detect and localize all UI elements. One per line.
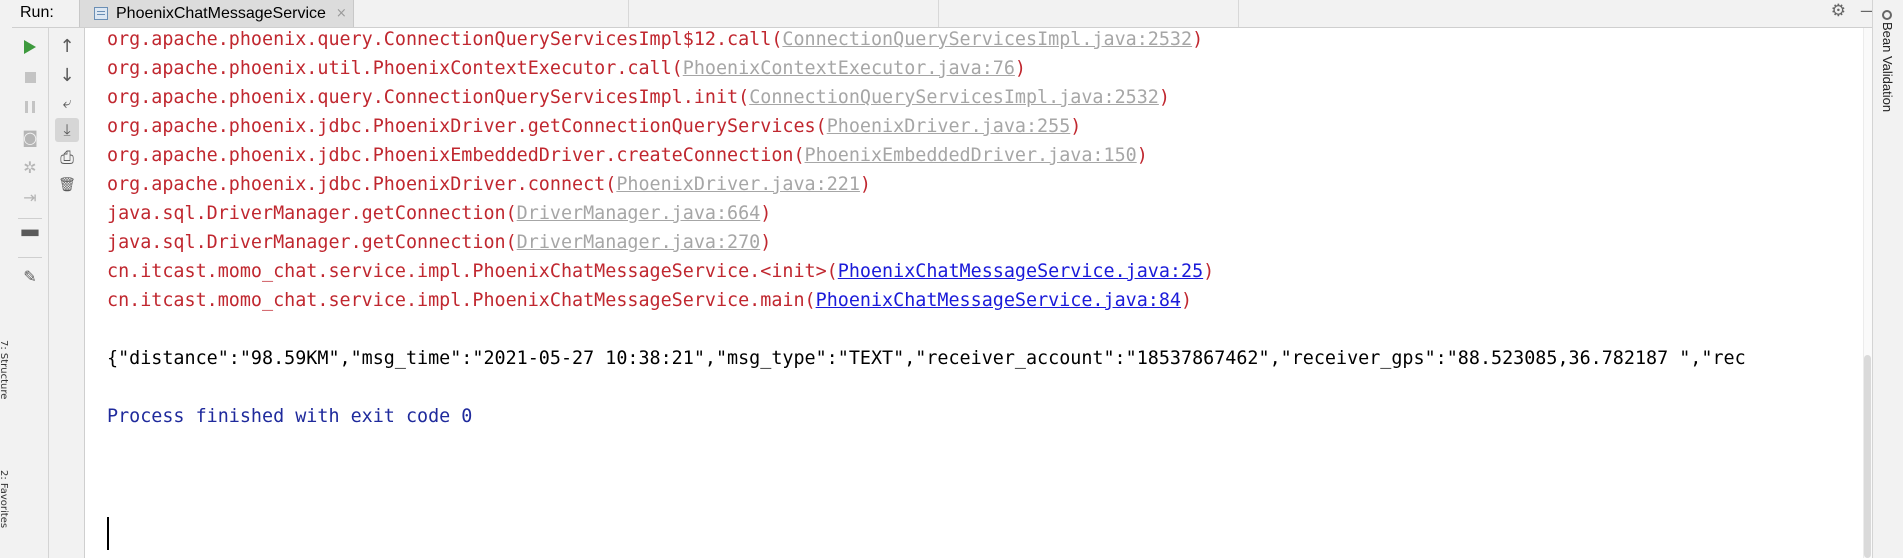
stack-trace-line: org.apache.phoenix.jdbc.PhoenixEmbeddedD… xyxy=(107,145,1148,166)
header-divider xyxy=(938,0,939,27)
exit-button[interactable]: ⇥ xyxy=(18,185,42,209)
run-label: Run: xyxy=(20,4,54,21)
stack-trace-line: org.apache.phoenix.query.ConnectionQuery… xyxy=(107,87,1170,108)
run-controls-toolbar: ◙ ✲ ⇥ ▀▀ ✎ xyxy=(12,28,49,558)
stop-button[interactable] xyxy=(18,65,42,89)
source-link[interactable]: PhoenixChatMessageService.java:84 xyxy=(816,290,1181,311)
soft-wrap-button[interactable]: ⤶ xyxy=(55,91,79,115)
stack-trace-line: org.apache.phoenix.jdbc.PhoenixDriver.co… xyxy=(107,174,871,195)
source-link[interactable]: PhoenixEmbeddedDriver.java:150 xyxy=(805,145,1137,166)
scroll-to-end-icon: ⤓ xyxy=(63,120,71,139)
structure-side-tab[interactable]: 7: Structure xyxy=(0,340,9,399)
stack-trace-line: org.apache.phoenix.jdbc.PhoenixDriver.ge… xyxy=(107,116,1082,137)
stack-trace-line: org.apache.phoenix.util.PhoenixContextEx… xyxy=(107,58,1026,79)
bean-validation-side-tab[interactable]: Bean Validation xyxy=(1880,22,1895,112)
pause-icon xyxy=(25,101,35,113)
stack-trace-line: org.apache.phoenix.query.ConnectionQuery… xyxy=(107,29,1204,50)
source-link[interactable]: DriverManager.java:664 xyxy=(517,203,761,224)
clear-all-button[interactable]: 🗑 xyxy=(55,173,79,197)
exit-icon: ⇥ xyxy=(23,187,37,207)
header-divider xyxy=(1238,0,1239,27)
source-link[interactable]: PhoenixContextExecutor.java:76 xyxy=(683,58,1015,79)
console-toolbar: ↑ ↓ ⤶ ⤓ ⎙ 🗑 xyxy=(49,28,85,558)
favorites-side-tab[interactable]: 2: Favorites xyxy=(0,470,9,528)
json-output-line: {"distance":"98.59KM","msg_time":"2021-0… xyxy=(107,348,1746,369)
pause-button[interactable] xyxy=(18,95,42,119)
toolbar-divider xyxy=(18,257,42,258)
vertical-scrollbar-thumb[interactable] xyxy=(1864,355,1871,558)
run-panel-header: Run: PhoenixChatMessageService × ⚙ — xyxy=(12,0,1903,28)
next-occurrence-button[interactable]: ↓ xyxy=(55,63,79,87)
stack-trace-line: cn.itcast.momo_chat.service.impl.Phoenix… xyxy=(107,290,1193,311)
bean-validation-icon xyxy=(1882,10,1892,20)
source-link[interactable]: ConnectionQueryServicesImpl.java:2532 xyxy=(749,87,1159,108)
source-link[interactable]: PhoenixDriver.java:221 xyxy=(616,174,860,195)
stack-trace-line: cn.itcast.momo_chat.service.impl.Phoenix… xyxy=(107,261,1215,282)
source-link[interactable]: ConnectionQueryServicesImpl.java:2532 xyxy=(782,29,1192,50)
close-icon[interactable]: × xyxy=(336,6,347,21)
debug-settings-button[interactable]: ✲ xyxy=(18,155,42,179)
console-output[interactable]: org.apache.phoenix.query.ConnectionQuery… xyxy=(86,28,1863,558)
debug-icon: ✲ xyxy=(23,157,37,177)
dump-threads-button[interactable]: ◙ xyxy=(18,125,42,149)
source-link[interactable]: DriverManager.java:270 xyxy=(517,232,761,253)
pin-icon: ✎ xyxy=(23,266,37,286)
play-icon xyxy=(24,40,36,54)
print-button[interactable]: ⎙ xyxy=(55,146,79,170)
stop-icon xyxy=(24,71,36,83)
trash-icon: 🗑 xyxy=(58,177,76,193)
tab-phoenix-chat-message-service[interactable]: PhoenixChatMessageService × xyxy=(79,0,354,27)
header-divider xyxy=(628,0,629,27)
layout-icon: ▀▀ xyxy=(21,229,39,243)
console-tab-icon xyxy=(94,7,108,20)
source-link[interactable]: PhoenixChatMessageService.java:25 xyxy=(838,261,1203,282)
process-finished-message: Process finished with exit code 0 xyxy=(107,406,473,427)
stack-trace-line: java.sql.DriverManager.getConnection(Dri… xyxy=(107,232,772,253)
layout-button[interactable]: ▀▀ xyxy=(18,224,42,248)
tab-label: PhoenixChatMessageService xyxy=(116,4,326,22)
toolbar-divider xyxy=(18,218,42,219)
scroll-to-end-button[interactable]: ⤓ xyxy=(55,118,79,142)
arrow-down-icon: ↓ xyxy=(59,64,75,86)
previous-occurrence-button[interactable]: ↑ xyxy=(55,34,79,58)
camera-icon: ◙ xyxy=(22,127,38,147)
print-icon: ⎙ xyxy=(60,148,74,168)
pin-button[interactable]: ✎ xyxy=(18,264,42,288)
gear-icon[interactable]: ⚙ xyxy=(1831,1,1846,21)
rerun-button[interactable] xyxy=(18,35,42,59)
soft-wrap-icon: ⤶ xyxy=(62,93,72,112)
source-link[interactable]: PhoenixDriver.java:255 xyxy=(827,116,1071,137)
stack-trace-line: java.sql.DriverManager.getConnection(Dri… xyxy=(107,203,772,224)
header-actions: ⚙ — xyxy=(1831,1,1877,21)
text-cursor xyxy=(107,517,109,550)
right-tool-strip: Bean Validation xyxy=(1872,0,1903,558)
arrow-up-icon: ↑ xyxy=(59,35,75,57)
